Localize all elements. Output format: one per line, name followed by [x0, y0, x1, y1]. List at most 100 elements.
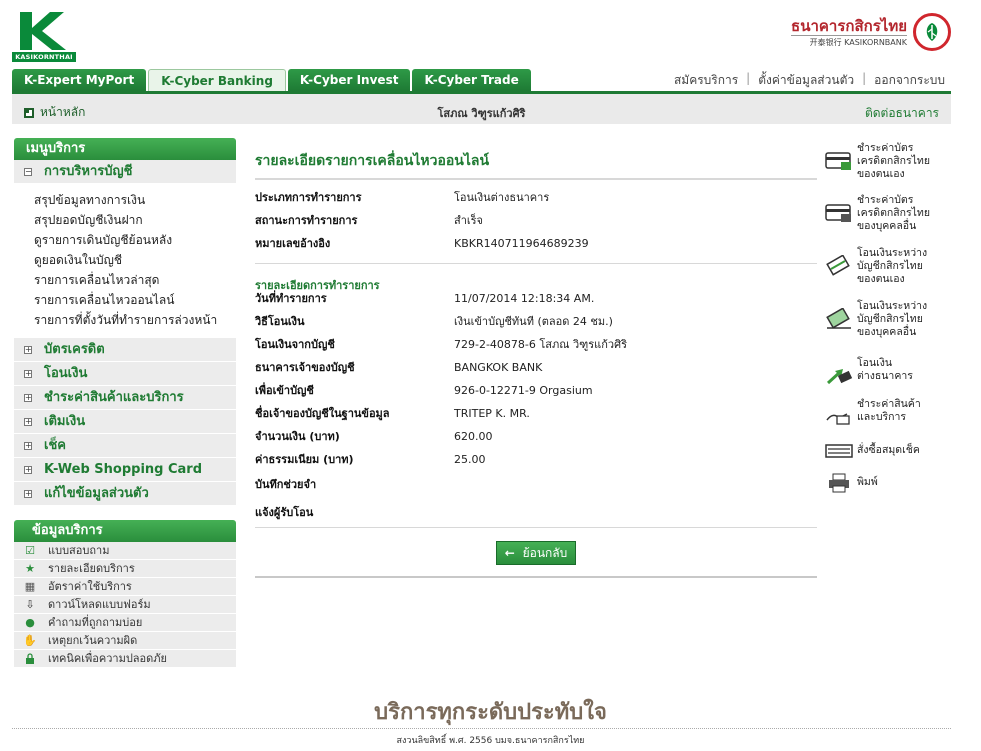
sidebar-item-financial-summary[interactable]: สรุปข้อมูลทางการเงิน [34, 190, 236, 210]
divider [255, 576, 817, 578]
detail-row: ชื่อเจ้าของบัญชีในฐานข้อมูล TRITEP K. MR… [255, 402, 817, 425]
detail-row: ธนาคารเจ้าของบัญชี BANGKOK BANK [255, 356, 817, 379]
page-title: รายละเอียดรายการเคลื่อนไหวออนไลน์ [255, 138, 817, 180]
checkbox-icon: ☑ [25, 543, 35, 557]
sidebar-item-online-transactions[interactable]: รายการเคลื่อนไหวออนไลน์ [34, 290, 236, 310]
sidebar-section-credit-card[interactable]: + บัตรเครดิต [14, 338, 236, 362]
expand-icon: + [24, 440, 32, 450]
sidebar-section-top-up[interactable]: + เติมเงิน [14, 410, 236, 434]
field-label: ค่าธรรมเนียม (บาท) [255, 453, 354, 466]
product-tabs: K-Expert MyPort K-Cyber Banking K-Cyber … [12, 69, 531, 91]
quick-link-line: พิมพ์ [857, 476, 878, 488]
expand-icon: + [24, 368, 32, 378]
service-info-header: ข้อมูลบริการ [14, 520, 236, 542]
quick-link-line: ต่างธนาคาร [857, 370, 913, 382]
quick-link-line: ของตนเอง [857, 273, 905, 285]
question-icon: ● [25, 615, 35, 629]
quick-link-print[interactable]: พิมพ์ [825, 472, 951, 500]
info-item-service-details[interactable]: ★ รายละเอียดบริการ [14, 560, 236, 578]
sidebar-section-label: โอนเงิน [44, 365, 88, 381]
contact-bank-link[interactable]: ติดต่อธนาคาร [865, 104, 939, 123]
sidebar-section-label: การบริหารบัญชี [44, 163, 133, 179]
field-label: สถานะการทำรายการ [255, 214, 358, 227]
info-item-questionnaire[interactable]: ☑ แบบสอบถาม [14, 542, 236, 560]
credit-card-icon [825, 152, 851, 170]
register-link[interactable]: สมัครบริการ [674, 71, 738, 90]
transfer-other-icon [826, 308, 851, 329]
field-label: ประเภทการทำรายการ [255, 191, 362, 204]
sidebar-section-edit-profile[interactable]: + แก้ไขข้อมูลส่วนตัว [14, 482, 236, 506]
quick-link-line: โอนเงินระหว่าง [857, 300, 928, 312]
info-item-label: แบบสอบถาม [48, 543, 110, 557]
download-icon: ⇩ [25, 597, 35, 611]
quick-link-pay-own-card[interactable]: ชำระค่าบัตร เครดิตกสิกรไทย ของตนเอง [825, 142, 951, 194]
detail-row: เพื่อเข้าบัญชี 926-0-12271-9 Orgasium [255, 379, 817, 402]
info-item-security-tips[interactable]: เทคนิคเพื่อความปลอดภัย [14, 650, 236, 668]
quick-link-line: และบริการ [857, 411, 907, 423]
logout-link[interactable]: ออกจากระบบ [874, 71, 945, 90]
footer-divider [12, 728, 951, 729]
quick-link-line: ชำระค่าสินค้า [857, 398, 921, 410]
info-item-download-forms[interactable]: ⇩ ดาวน์โหลดแบบฟอร์ม [14, 596, 236, 614]
expand-icon: + [24, 392, 32, 402]
arrow-left-icon: ← [504, 546, 515, 560]
sidebar-item-balance[interactable]: ดูยอดเงินในบัญชี [34, 250, 236, 270]
quick-link-pay-other-card[interactable]: ชำระค่าบัตร เครดิตกสิกรไทย ของบุคคลอื่น [825, 194, 951, 247]
print-icon [829, 473, 849, 493]
sidebar-section-account[interactable]: − การบริหารบัญชี [14, 160, 236, 184]
quick-link-line: สั่งซื้อสมุดเช็ค [857, 444, 920, 456]
detail-row: วันที่ทำรายการ 11/07/2014 12:18:34 AM. [255, 287, 817, 310]
sidebar-section-bill-payment[interactable]: + ชำระค่าสินค้าและบริการ [14, 386, 236, 410]
quick-link-interbank-transfer[interactable]: โอนเงิน ต่างธนาคาร [825, 357, 951, 398]
detail-row: ค่าธรรมเนียม (บาท) 25.00 [255, 448, 817, 471]
transaction-detail-panel: รายละเอียดรายการเคลื่อนไหวออนไลน์ ประเภท… [255, 138, 817, 578]
detail-row: วิธีโอนเงิน เงินเข้าบัญชีทันที (ตลอด 24 … [255, 310, 817, 333]
field-value: 11/07/2014 12:18:34 AM. [454, 292, 595, 305]
star-icon: ★ [25, 561, 35, 575]
sidebar-section-transfer[interactable]: + โอนเงิน [14, 362, 236, 386]
quick-link-bill-payment[interactable]: ชำระค่าสินค้า และบริการ [825, 398, 951, 438]
sidebar-section-shopping-card[interactable]: + K-Web Shopping Card [14, 458, 236, 482]
info-item-disclaimer[interactable]: ✋ เหตุยกเว้นความผิด [14, 632, 236, 650]
sidebar-section-label: บัตรเครดิต [44, 341, 105, 357]
sidebar-item-statement-history[interactable]: ดูรายการเดินบัญชีย้อนหลัง [34, 230, 236, 250]
quick-link-transfer-own[interactable]: โอนเงินระหว่าง บัญชีกสิกรไทย ของตนเอง [825, 247, 951, 300]
separator: | [862, 71, 867, 85]
quick-link-line: โอนเงินระหว่าง [857, 247, 928, 259]
detail-row: โอนเงินจากบัญชี 729-2-40878-6 โสภณ วิฑูร… [255, 333, 817, 356]
tab-k-cyber-banking[interactable]: K-Cyber Banking [148, 69, 286, 91]
field-label: แจ้งผู้รับโอน [255, 506, 314, 519]
expand-icon: + [24, 416, 32, 426]
quick-link-transfer-other[interactable]: โอนเงินระหว่าง บัญชีกสิกรไทย ของบุคคลอื่น [825, 300, 951, 357]
tab-k-cyber-trade[interactable]: K-Cyber Trade [412, 69, 531, 91]
sidebar-section-label: เติมเงิน [44, 413, 86, 429]
field-value: 25.00 [454, 453, 486, 466]
sidebar-item-recent-transactions[interactable]: รายการเคลื่อนไหวล่าสุด [34, 270, 236, 290]
sidebar-section-cheque[interactable]: + เช็ค [14, 434, 236, 458]
field-label: จำนวนเงิน (บาท) [255, 430, 340, 443]
sidebar-item-deposit-summary[interactable]: สรุปยอดบัญชีเงินฝาก [34, 210, 236, 230]
settings-link[interactable]: ตั้งค่าข้อมูลส่วนตัว [758, 71, 854, 90]
quick-link-order-checkbook[interactable]: สั่งซื้อสมุดเช็ค [825, 438, 951, 472]
sidebar-section-label: ชำระค่าสินค้าและบริการ [44, 389, 184, 405]
footer-slogan: บริการทุกระดับประทับใจ [374, 700, 607, 725]
quick-link-line: บัญชีกสิกรไทย [857, 313, 923, 325]
quick-link-line: ของบุคคลอื่น [857, 220, 917, 232]
field-label: ชื่อเจ้าของบัญชีในฐานข้อมูล [255, 407, 390, 420]
credit-card-other-icon [825, 204, 851, 222]
field-label: เพื่อเข้าบัญชี [255, 384, 314, 397]
quick-link-line: เครดิตกสิกรไทย [857, 207, 931, 219]
back-button[interactable]: ← ย้อนกลับ [495, 541, 577, 565]
info-item-faq[interactable]: ● คำถามที่ถูกถามบ่อย [14, 614, 236, 632]
field-value: TRITEP K. MR. [454, 407, 530, 420]
sidebar-item-scheduled-transactions[interactable]: รายการที่ตั้งวันที่ทำรายการล่วงหน้า [34, 310, 236, 330]
info-item-fees[interactable]: ▦ อัตราค่าใช้บริการ [14, 578, 236, 596]
tab-k-cyber-invest[interactable]: K-Cyber Invest [287, 69, 411, 91]
tab-k-expert-myport[interactable]: K-Expert MyPort [12, 69, 147, 91]
detail-row: จำนวนเงิน (บาท) 620.00 [255, 425, 817, 448]
field-label: หมายเลขอ้างอิง [255, 237, 331, 250]
user-name: โสภณ วิฑูรแก้วศิริ [437, 107, 526, 120]
quick-link-line: บัญชีกสิกรไทย [857, 260, 923, 272]
checkbook-icon [825, 444, 853, 458]
service-info-box: ข้อมูลบริการ ☑ แบบสอบถาม ★ รายละเอียดบริ… [14, 520, 236, 668]
